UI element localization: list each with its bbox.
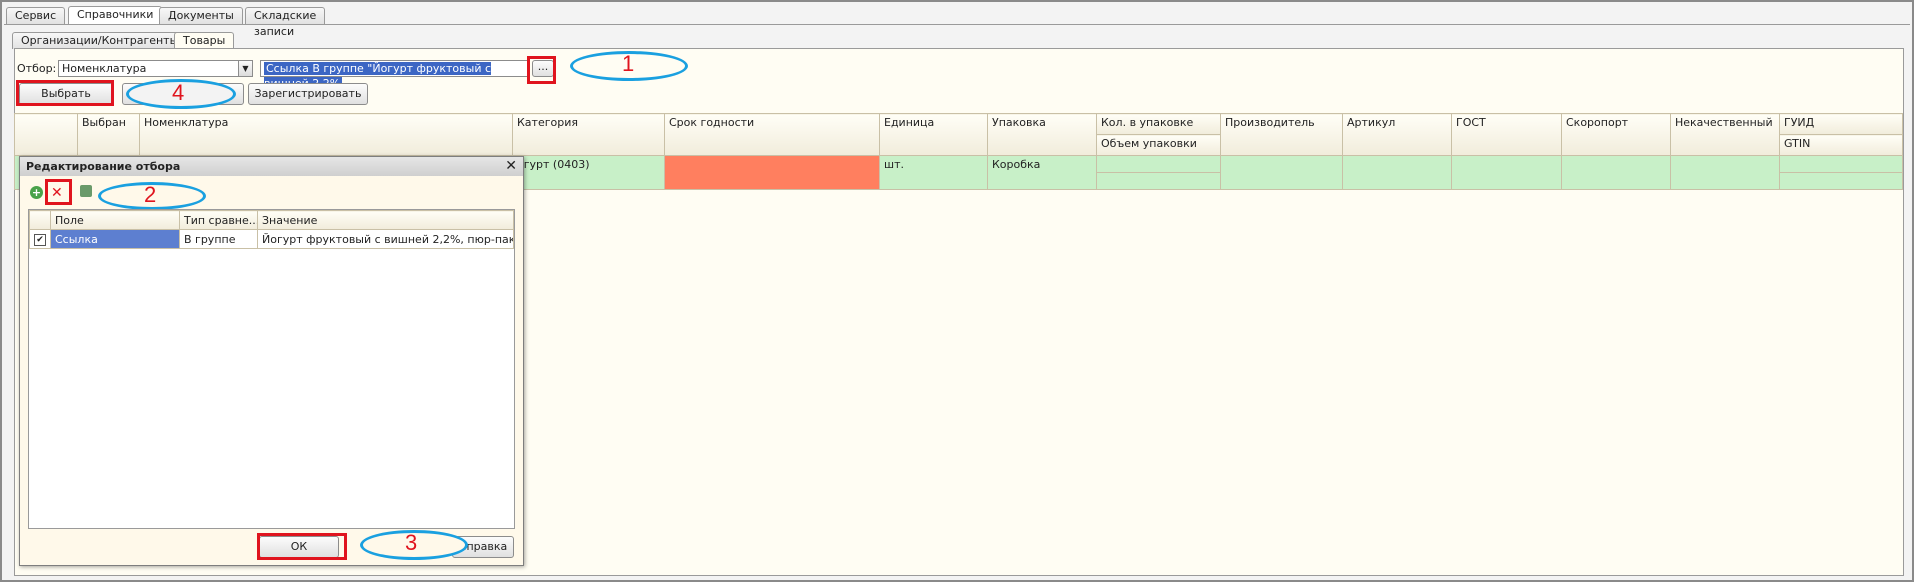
header-unit[interactable]: Единица <box>879 113 988 156</box>
annotation-box-3 <box>257 533 347 560</box>
header-article[interactable]: Артикул <box>1342 113 1452 156</box>
annotation-box-1 <box>527 56 556 84</box>
header-defective[interactable]: Некачественный <box>1670 113 1780 156</box>
filter-field-value: Номенклатура <box>62 62 147 75</box>
header-guid[interactable]: ГУИД <box>1779 113 1903 135</box>
chevron-down-icon[interactable]: ▼ <box>238 61 252 76</box>
header-nomenclature[interactable]: Номенклатура <box>139 113 513 156</box>
cell-package: Коробка <box>987 155 1097 190</box>
dialog-header-value[interactable]: Значение <box>257 210 514 230</box>
tab-organizations[interactable]: Организации/Контрагенты <box>12 32 188 49</box>
dialog-title: Редактирование отбора ✕ <box>20 157 523 176</box>
dialog-header-field[interactable]: Поле <box>50 210 180 230</box>
cell-unit: шт. <box>879 155 988 190</box>
header-selected[interactable]: Выбран <box>77 113 140 156</box>
filter-grid: Поле Тип сравне... Значение ✔ Ссылка В г… <box>28 209 515 529</box>
filter-field-select[interactable]: Номенклатура ▼ <box>58 60 253 77</box>
tab-references[interactable]: Справочники <box>68 6 163 25</box>
header-package[interactable]: Упаковка <box>987 113 1097 156</box>
header-expiry[interactable]: Срок годности <box>664 113 880 156</box>
header-manufacturer[interactable]: Производитель <box>1220 113 1343 156</box>
checkbox[interactable]: ✔ <box>34 234 46 246</box>
header-qty-in-package[interactable]: Кол. в упаковке <box>1096 113 1221 135</box>
cell-compare[interactable]: В группе <box>179 229 258 249</box>
filter-edit-dialog: Редактирование отбора ✕ + ✕ 2 Поле Тип с… <box>19 156 524 566</box>
register-button[interactable]: Зарегистрировать <box>248 83 368 105</box>
header-category[interactable]: Категория <box>512 113 665 156</box>
cell-value[interactable]: Йогурт фруктовый с вишней 2,2%, пюр-пак … <box>257 229 514 249</box>
tab-documents[interactable]: Документы <box>159 7 243 24</box>
edit-icon[interactable] <box>80 185 92 197</box>
header-gtin[interactable]: GTIN <box>1779 134 1903 156</box>
cell-field[interactable]: Ссылка <box>50 229 180 249</box>
tab-warehouse-records[interactable]: Складские записи <box>245 7 326 38</box>
annotation-number-1: 1 <box>622 51 635 76</box>
header-marker[interactable] <box>14 113 78 156</box>
annotation-box-2 <box>45 179 72 205</box>
filter-label: Отбор: <box>17 62 57 75</box>
tab-service[interactable]: Сервис <box>6 7 66 24</box>
header-package-volume[interactable]: Объем упаковки <box>1096 134 1221 156</box>
dialog-title-text: Редактирование отбора <box>26 160 181 173</box>
list-item[interactable]: ✔ Ссылка В группе Йогурт фруктовый с виш… <box>29 229 514 249</box>
cell-expiry <box>664 155 880 190</box>
annotation-number-3: 3 <box>405 530 418 555</box>
filter-value-field[interactable]: Ссылка В группе "Йогурт фруктовый с вишн… <box>260 60 530 90</box>
annotation-number-4: 4 <box>172 80 185 105</box>
annotation-number-2: 2 <box>144 182 157 207</box>
tab-divider <box>4 24 1910 25</box>
close-icon[interactable]: ✕ <box>505 157 517 176</box>
add-icon[interactable]: + <box>30 186 43 199</box>
header-perishable[interactable]: Скоропорт <box>1561 113 1671 156</box>
dialog-header-compare[interactable]: Тип сравне... <box>179 210 258 230</box>
annotation-box-4 <box>16 80 114 106</box>
header-gost[interactable]: ГОСТ <box>1451 113 1562 156</box>
cell-category: огурт (0403) <box>512 155 665 190</box>
